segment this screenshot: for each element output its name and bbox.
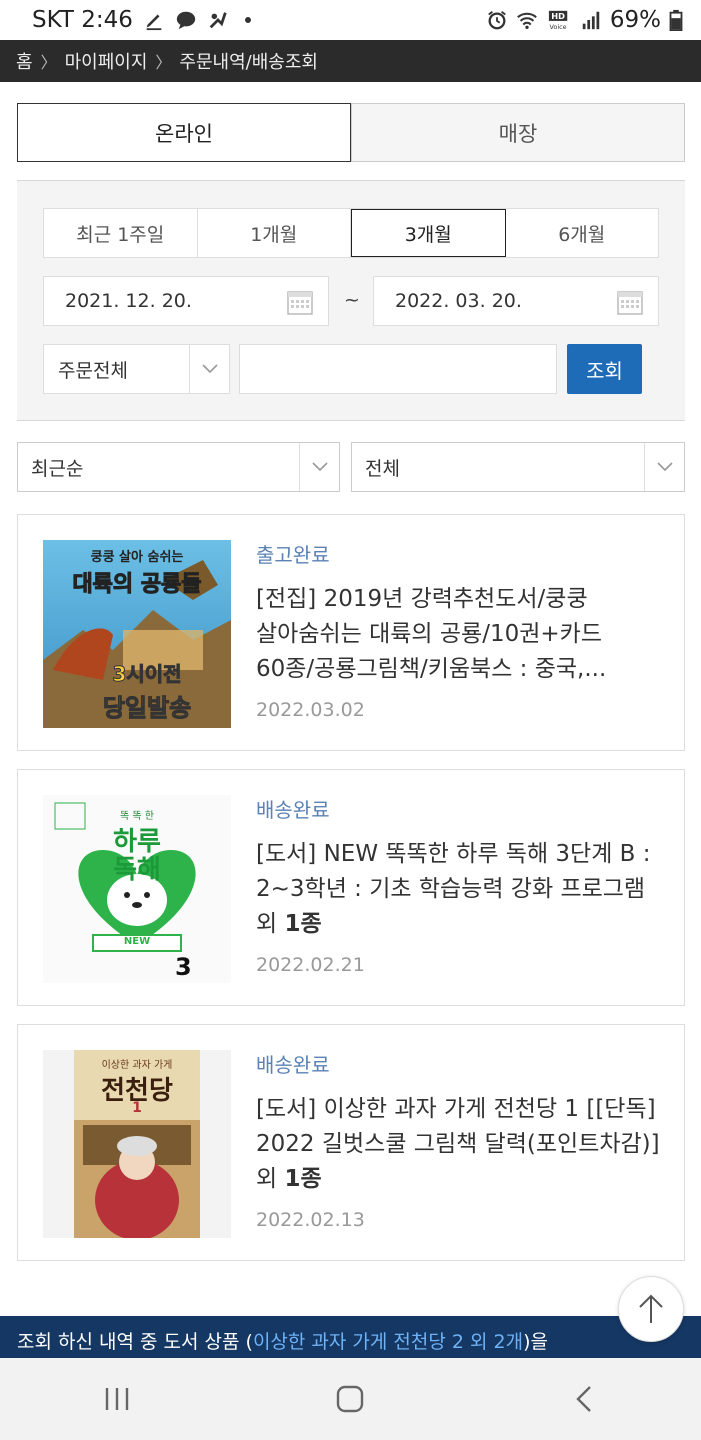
battery-icon (669, 9, 683, 31)
order-card[interactable]: 이상한 과자 가게 전천당 1 배송완료 [도서] 이상한 과자 가게 전천당 … (17, 1024, 685, 1261)
home-icon (337, 1385, 364, 1413)
cover-badge-time: 3시이전 (112, 662, 182, 687)
order-title[interactable]: [도서] 이상한 과자 가게 전천당 1 [[단독] 2022 길벗스쿨 그림책… (256, 1092, 666, 1197)
hd-voice-icon: HD Voice (548, 10, 568, 31)
wifi-icon (517, 12, 537, 29)
product-thumbnail[interactable]: 똑 똑 한 하루 독해 NEW 3 (43, 795, 231, 983)
order-title[interactable]: [도서] NEW 똑똑한 하루 독해 3단계 B : 2~3학년 : 기초 학습… (256, 837, 666, 942)
carrier-time: SKT 2:46 (32, 7, 133, 33)
sort-type-select[interactable]: 전체 (351, 442, 685, 492)
period-selector: 최근 1주일 1개월 3개월 6개월 (43, 208, 659, 258)
period-1-week[interactable]: 최근 1주일 (44, 209, 198, 257)
signal-icon (582, 11, 600, 30)
cover-title-line2: 독해 (113, 855, 161, 885)
alarm-icon (488, 11, 506, 30)
order-card[interactable]: 쿵쿵 살아 숨쉬는 대륙의 공룡들 3시이전 당일발송 출고완료 [전집] 20… (17, 514, 685, 751)
scroll-to-top-button[interactable] (618, 1276, 684, 1342)
search-filter-panel: 최근 1주일 1개월 3개월 6개월 2021. 12. 20. ~ 2022.… (17, 180, 685, 421)
back-button[interactable] (524, 1369, 644, 1429)
svg-text:HD: HD (551, 11, 565, 21)
order-status: 출고완료 (256, 543, 330, 567)
cover-level: 3 (175, 953, 192, 981)
order-date: 2022.02.13 (256, 1209, 365, 1231)
banner-suffix: )을 (523, 1331, 549, 1353)
order-extra-count: 1종 (284, 911, 322, 937)
recommendation-banner[interactable]: 조회 하신 내역 중 도서 상품 (이상한 과자 가게 전천당 2 외 2개)을 (0, 1316, 701, 1358)
order-title-text: [전집] 2019년 강력추천도서/쿵쿵 살아숨쉬는 대륙의 공룡/10권+카드… (256, 586, 607, 682)
order-status: 배송완료 (256, 798, 330, 822)
order-date: 2022.02.21 (256, 954, 365, 976)
order-status: 배송완료 (256, 1053, 330, 1077)
start-date-value: 2021. 12. 20. (65, 290, 192, 312)
tab-store[interactable]: 매장 (351, 103, 685, 162)
chevron-down-icon (189, 345, 229, 393)
back-icon (576, 1386, 591, 1412)
more-notifications-icon (244, 17, 251, 23)
date-range-separator: ~ (344, 289, 360, 311)
chevron-right-icon: 〉 (40, 53, 57, 72)
breadcrumb-home[interactable]: 홈 (16, 48, 33, 74)
sort-type-value: 전체 (365, 457, 400, 480)
chevron-down-icon (299, 443, 339, 491)
start-date-field[interactable]: 2021. 12. 20. (43, 276, 329, 326)
search-button[interactable]: 조회 (567, 344, 642, 394)
arrow-up-icon (639, 1294, 663, 1323)
order-type-select[interactable]: 주문전체 (43, 344, 230, 394)
chevron-down-icon (644, 443, 684, 491)
order-date: 2022.03.02 (256, 699, 365, 721)
app-notification-icon (209, 12, 227, 29)
order-type-value: 주문전체 (58, 359, 128, 382)
product-thumbnail[interactable]: 쿵쿵 살아 숨쉬는 대륙의 공룡들 3시이전 당일발송 (43, 540, 231, 728)
banner-highlight[interactable]: 이상한 과자 가게 전천당 2 외 2개 (253, 1327, 523, 1354)
pen-notification-icon (146, 14, 162, 31)
recent-apps-icon (105, 1388, 129, 1410)
order-title[interactable]: [전집] 2019년 강력추천도서/쿵쿵 살아숨쉬는 대륙의 공룡/10권+카드… (256, 582, 666, 687)
search-input[interactable] (239, 344, 557, 394)
cover-ribbon: NEW (123, 936, 151, 947)
cover-badge-delivery: 당일발송 (102, 694, 192, 723)
home-button[interactable] (290, 1369, 410, 1429)
system-nav-bar (0, 1358, 701, 1440)
channel-tabs: 온라인 매장 (17, 103, 685, 162)
cover-subtitle: 이상한 과자 가게 (101, 1060, 173, 1071)
banner-prefix: 조회 하신 내역 중 도서 상품 ( (17, 1331, 253, 1353)
status-bar: SKT 2:46 HD Voice 69% (0, 0, 701, 40)
recent-apps-button[interactable] (57, 1369, 177, 1429)
sort-order-select[interactable]: 최근순 (17, 442, 340, 492)
cover-volume: 1 (132, 1100, 142, 1116)
period-6-months[interactable]: 6개월 (506, 209, 659, 257)
chat-notification-icon (176, 11, 196, 30)
end-date-field[interactable]: 2022. 03. 20. (373, 276, 659, 326)
order-extra-count: 1종 (284, 1166, 322, 1192)
order-card[interactable]: 똑 똑 한 하루 독해 NEW 3 배송완료 [도서] NEW 똑똑한 하루 독… (17, 769, 685, 1006)
tab-online[interactable]: 온라인 (17, 103, 351, 162)
period-1-month[interactable]: 1개월 (198, 209, 351, 257)
calendar-icon[interactable] (286, 288, 314, 316)
cover-subtitle: 쿵쿵 살아 숨쉬는 (90, 550, 184, 565)
end-date-value: 2022. 03. 20. (395, 290, 522, 312)
cover-title: 대륙의 공룡들 (72, 572, 202, 598)
calendar-icon[interactable] (616, 288, 644, 316)
breadcrumb-mypage[interactable]: 마이페이지 (65, 48, 148, 74)
cover-subtitle: 똑 똑 한 (120, 811, 154, 822)
battery-percent: 69% (609, 7, 661, 33)
product-thumbnail[interactable]: 이상한 과자 가게 전천당 1 (43, 1050, 231, 1238)
chevron-right-icon: 〉 (155, 53, 172, 72)
period-3-months[interactable]: 3개월 (351, 209, 506, 257)
svg-text:Voice: Voice (549, 23, 566, 31)
breadcrumb: 홈 〉 마이페이지 〉 주문내역/배송조회 (0, 40, 701, 82)
breadcrumb-current: 주문내역/배송조회 (179, 52, 318, 73)
sort-order-value: 최근순 (31, 457, 84, 480)
